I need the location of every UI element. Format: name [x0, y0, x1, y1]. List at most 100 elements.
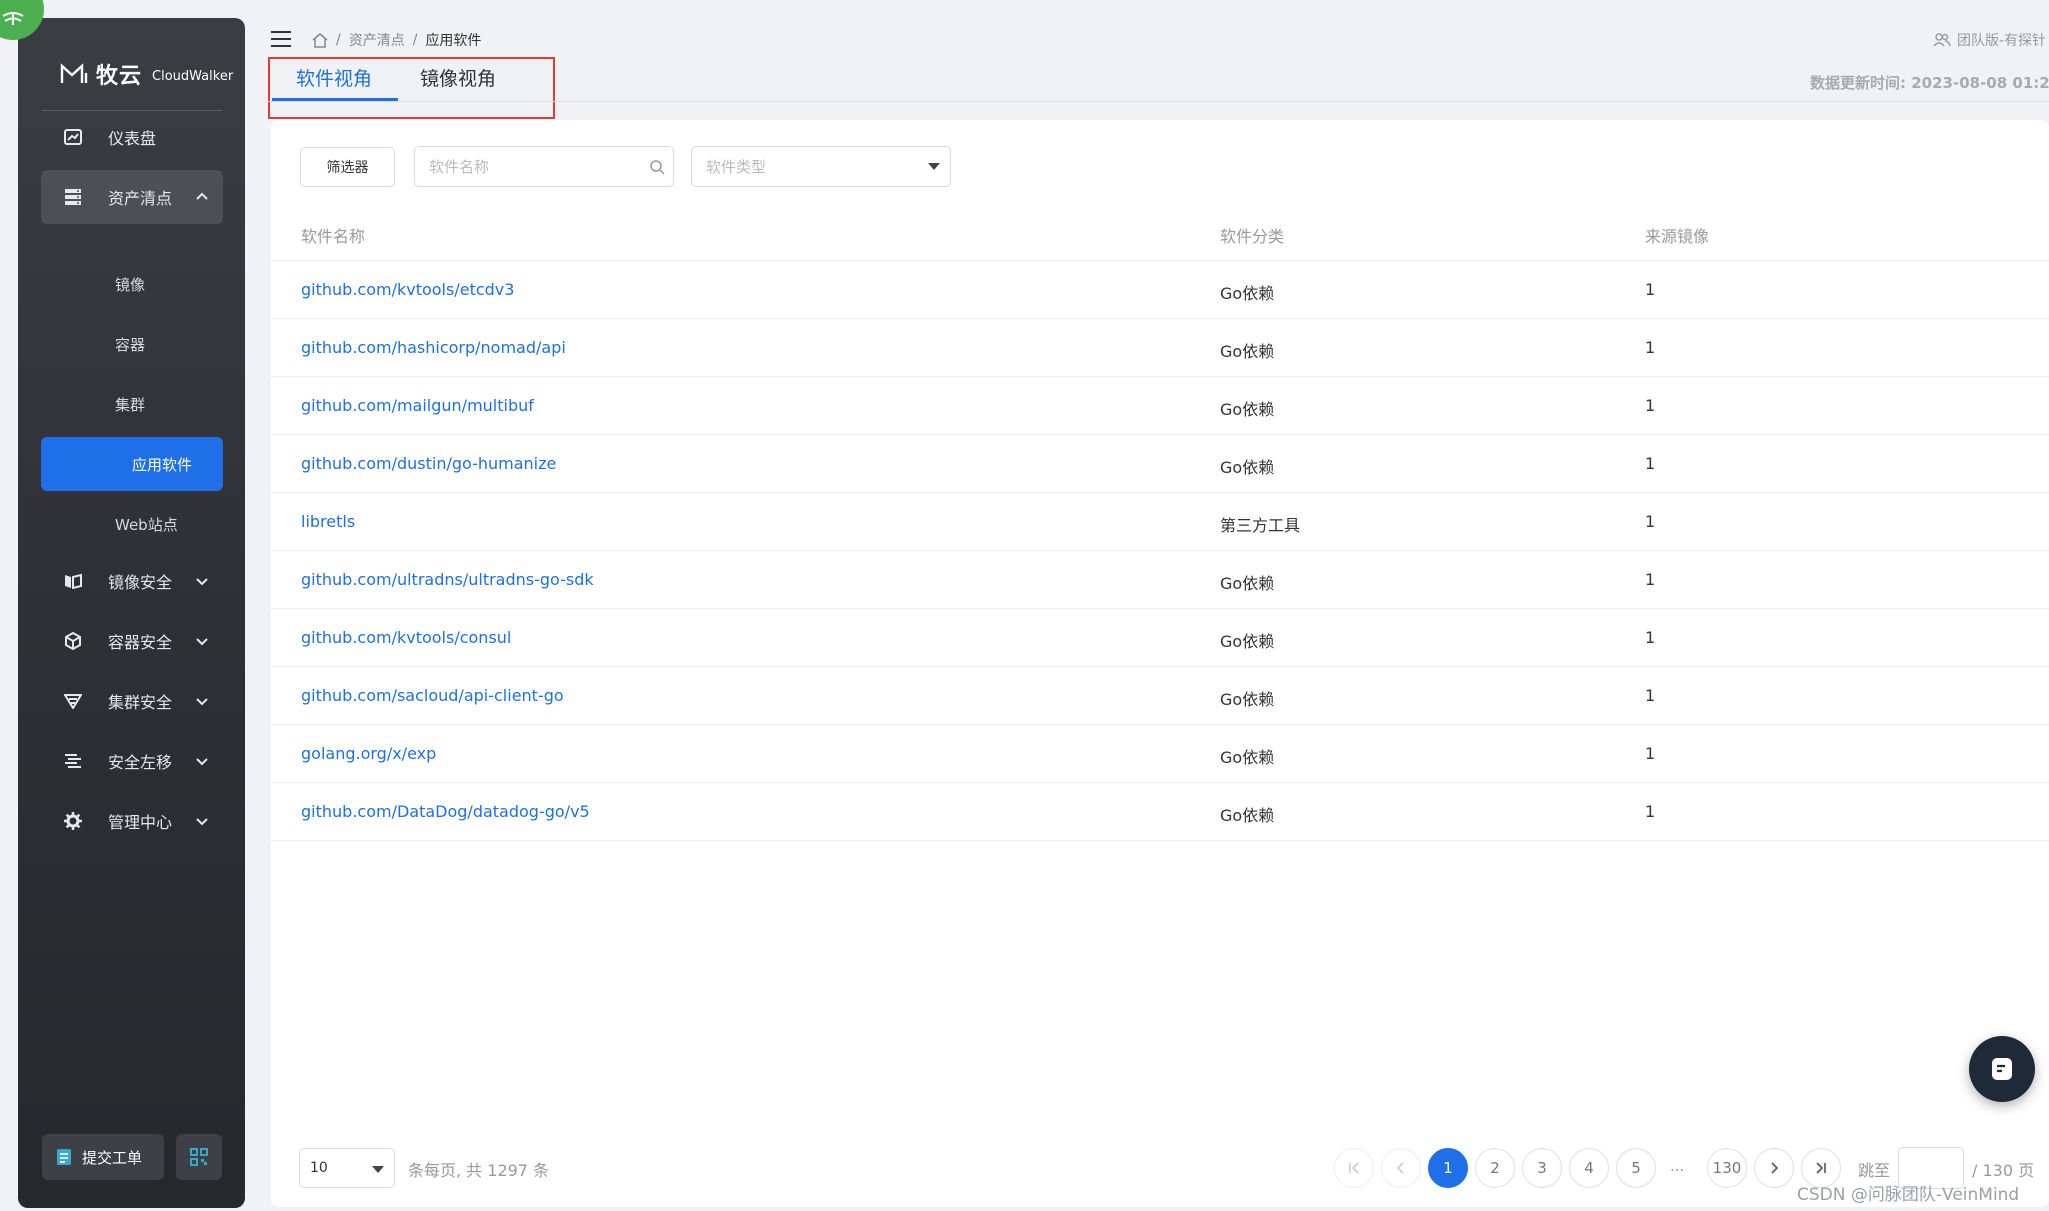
page-button-4[interactable]: 4 [1569, 1148, 1609, 1188]
sidebar-subitem-applications[interactable]: 应用软件 [41, 437, 223, 491]
source-image-count: 1 [1645, 280, 1656, 299]
caret-down-icon [928, 163, 940, 170]
page-button-last[interactable]: 130 [1707, 1148, 1747, 1188]
brand-name-en: CloudWalker [152, 68, 234, 84]
breadcrumb: / 资产清点 / 应用软件 [312, 30, 481, 50]
sidebar-subitem-containers[interactable]: 容器 [41, 317, 223, 371]
tab-software-view[interactable]: 软件视角 [296, 64, 372, 91]
software-category: Go依赖 [1220, 574, 1275, 593]
chevron-down-icon [196, 578, 208, 586]
breadcrumb-current: 应用软件 [425, 33, 482, 49]
software-name-search [414, 146, 674, 187]
chevron-down-icon [196, 818, 208, 826]
home-icon[interactable] [312, 32, 328, 48]
sidebar-item-label: 集群安全 [108, 693, 173, 712]
menu-toggle-icon[interactable] [271, 31, 291, 47]
filter-button[interactable]: 筛选器 [300, 147, 395, 187]
tab-image-view[interactable]: 镜像视角 [420, 64, 496, 91]
submit-ticket-label: 提交工单 [82, 1148, 143, 1167]
page-size-select[interactable]: 10 [299, 1148, 395, 1188]
jump-total-pages: / 130 页 [1972, 1161, 2035, 1180]
qr-code-button[interactable] [176, 1134, 222, 1180]
table-row: golang.org/x/exp Go依赖 1 [271, 724, 2049, 782]
container-security-icon [63, 631, 83, 651]
column-header-category[interactable]: 软件分类 [1220, 223, 1284, 247]
software-name-input[interactable] [415, 147, 625, 186]
table-row: github.com/ultradns/ultradns-go-sdk Go依赖… [271, 550, 2049, 608]
source-image-count: 1 [1645, 628, 1656, 647]
sidebar-subitem-websites[interactable]: Web站点 [41, 497, 223, 551]
source-image-count: 1 [1645, 744, 1656, 763]
chevron-down-icon [196, 758, 208, 766]
source-image-count: 1 [1645, 454, 1656, 473]
software-name-link[interactable]: golang.org/x/exp [301, 744, 436, 763]
image-security-icon [63, 571, 83, 591]
document-icon [1992, 1058, 2012, 1080]
jump-to-label: 跳至 [1858, 1161, 1891, 1180]
column-header-software-name[interactable]: 软件名称 [301, 223, 365, 247]
software-name-link[interactable]: github.com/mailgun/multibuf [301, 396, 534, 415]
brand-logo[interactable]: 牧云 CloudWalker [60, 56, 233, 92]
software-type-select[interactable]: 软件类型 [691, 146, 951, 187]
software-name-link[interactable]: github.com/dustin/go-humanize [301, 454, 556, 473]
chevron-up-icon [196, 192, 208, 200]
software-name-link[interactable]: github.com/kvtools/etcdv3 [301, 280, 514, 299]
table-row: github.com/DataDog/datadog-go/v5 Go依赖 1 [271, 782, 2049, 840]
dashboard-icon [63, 127, 83, 147]
sidebar-subitem-label: 镜像 [115, 275, 146, 294]
breadcrumb-separator: / [412, 32, 418, 48]
sidebar-item-management[interactable]: 管理中心 [41, 794, 223, 848]
chevron-left-icon [1396, 1162, 1404, 1174]
server-icon [63, 187, 83, 207]
sidebar-item-container-security[interactable]: 容器安全 [41, 614, 223, 668]
breadcrumb-separator: / [336, 32, 341, 48]
sidebar-subitem-images[interactable]: 镜像 [41, 257, 223, 311]
sidebar-item-cluster-security[interactable]: 集群安全 [41, 674, 223, 728]
sidebar-item-label: 镜像安全 [108, 573, 173, 592]
page-button-5[interactable]: 5 [1616, 1148, 1656, 1188]
page-button-2[interactable]: 2 [1475, 1148, 1515, 1188]
sidebar-item-image-security[interactable]: 镜像安全 [41, 554, 223, 608]
software-category: Go依赖 [1220, 284, 1275, 303]
chevron-down-icon [196, 698, 208, 706]
data-updated-time: 数据更新时间: 2023-08-08 01:23:55 [1810, 74, 2049, 92]
software-name-link[interactable]: github.com/DataDog/datadog-go/v5 [301, 802, 590, 821]
software-name-link[interactable]: github.com/hashicorp/nomad/api [301, 338, 566, 357]
sidebar-item-asset-inventory[interactable]: 资产清点 [41, 170, 223, 224]
software-name-link[interactable]: libretls [301, 512, 355, 531]
floating-help-button[interactable] [1969, 1036, 2035, 1102]
column-header-source-images[interactable]: 来源镜像 [1645, 223, 1709, 247]
page-button-3[interactable]: 3 [1522, 1148, 1562, 1188]
sidebar-item-shift-left[interactable]: 安全左移 [41, 734, 223, 788]
search-icon[interactable] [649, 159, 665, 175]
sidebar-item-label: 安全左移 [108, 753, 173, 772]
page-size-value: 10 [310, 1160, 328, 1176]
table-row: github.com/kvtools/consul Go依赖 1 [271, 608, 2049, 666]
sidebar: 牧云 CloudWalker 仪表盘 资产清点 镜像 容器 集群 应用软件 We… [18, 18, 245, 1208]
submit-ticket-button[interactable]: 提交工单 [42, 1134, 164, 1180]
software-name-link[interactable]: github.com/sacloud/api-client-go [301, 686, 564, 705]
first-page-icon [1349, 1162, 1359, 1174]
qr-code-icon [190, 1148, 208, 1166]
watermark: CSDN @问脉团队-VeinMind [1797, 1185, 2020, 1205]
prev-page-button[interactable] [1381, 1148, 1421, 1188]
software-name-link[interactable]: github.com/kvtools/consul [301, 628, 511, 647]
sidebar-subitem-clusters[interactable]: 集群 [41, 377, 223, 431]
table-row: github.com/sacloud/api-client-go Go依赖 1 [271, 666, 2049, 724]
team-edition-text: 团队版-有探针 [1957, 33, 2047, 49]
team-edition-label[interactable]: 团队版-有探针 [1933, 30, 2046, 50]
breadcrumb-asset-inventory[interactable]: 资产清点 [349, 30, 405, 50]
brand-name-cn: 牧云 [96, 64, 143, 89]
software-category: Go依赖 [1220, 342, 1275, 361]
software-category: Go依赖 [1220, 690, 1275, 709]
caret-down-icon [372, 1166, 384, 1173]
next-page-button[interactable] [1754, 1148, 1794, 1188]
table-row: github.com/dustin/go-humanize Go依赖 1 [271, 434, 2049, 492]
logo-mark-icon [60, 63, 88, 83]
source-image-count: 1 [1645, 570, 1656, 589]
sidebar-item-dashboard[interactable]: 仪表盘 [41, 110, 223, 164]
page-button-1[interactable]: 1 [1428, 1148, 1468, 1188]
sidebar-subitem-label: 应用软件 [132, 455, 193, 474]
first-page-button[interactable] [1334, 1148, 1374, 1188]
software-name-link[interactable]: github.com/ultradns/ultradns-go-sdk [301, 570, 594, 589]
